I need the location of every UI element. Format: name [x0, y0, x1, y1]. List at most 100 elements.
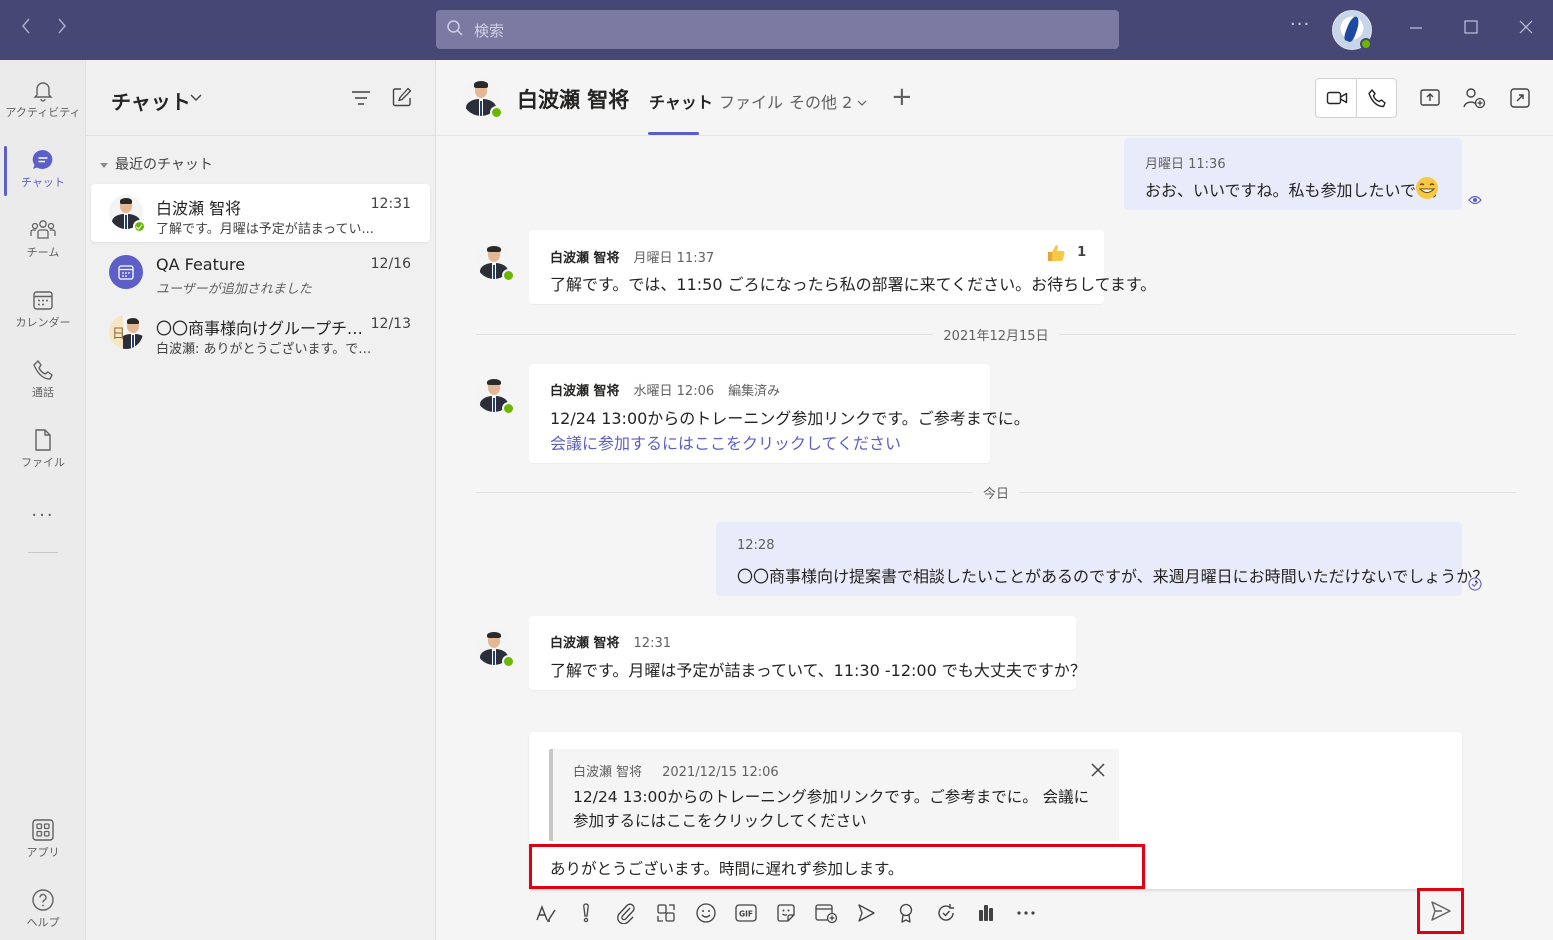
message-received[interactable]: 白波瀬 智将 12:31 了解です。月曜は予定が詰まっていて、11:30 -12:… — [529, 616, 1086, 690]
chat-list-item[interactable]: QA Feature 12/16 ユーザーが追加されました — [91, 244, 430, 302]
rail-item-calls[interactable]: 通話 — [0, 348, 86, 410]
chevron-down-icon — [857, 100, 867, 106]
message-input[interactable]: ありがとうございます。時間に遅れず参加します。 — [529, 844, 1145, 889]
phone-icon — [33, 360, 53, 380]
gif-button[interactable]: GIF — [729, 896, 763, 930]
add-people-icon[interactable] — [1462, 87, 1486, 109]
collapse-triangle-icon — [100, 162, 108, 168]
join-meeting-link[interactable]: 会議に参加するにはここをクリックしてください — [550, 430, 901, 454]
grinning-emoji-icon — [1416, 177, 1438, 199]
attach-button[interactable] — [609, 896, 643, 930]
rail-label: カレンダー — [15, 316, 71, 329]
tab-files[interactable]: ファイル — [719, 89, 783, 113]
send-icon — [1430, 901, 1451, 921]
loop-component-icon — [657, 904, 675, 922]
chat-time: 12/16 — [370, 256, 411, 272]
message-text: 了解です。では、11:50 ごろになったら私の部署に来てください。お待ちしてます… — [550, 275, 1157, 294]
rail-item-files[interactable]: ファイル — [0, 418, 86, 480]
quote-sender: 白波瀬 智将 — [573, 765, 643, 780]
call-buttons — [1315, 78, 1397, 118]
filter-icon[interactable] — [350, 88, 372, 108]
share-screen-icon[interactable] — [1419, 87, 1441, 109]
video-call-icon[interactable] — [1326, 88, 1348, 108]
chat-list-item[interactable]: 白波瀬 智将 12:31 了解です。月曜は予定が詰まってい... — [91, 184, 430, 242]
chat-preview: 了解です。月曜は予定が詰まってい... — [156, 222, 374, 237]
forward-arrow-icon[interactable] — [50, 16, 74, 41]
emoji-button[interactable] — [689, 896, 723, 930]
seen-eye-icon — [1468, 195, 1482, 205]
chat-title: 白波瀬 智将 — [517, 88, 630, 112]
message-sender: 白波瀬 智将 — [550, 384, 620, 399]
chat-preview: ユーザーが追加されました — [156, 282, 312, 297]
search-box[interactable]: 検索 — [436, 10, 1119, 49]
presence-available-icon — [502, 402, 515, 415]
help-icon — [32, 889, 54, 911]
more-icon — [1017, 911, 1035, 915]
chevron-down-icon[interactable] — [189, 90, 203, 104]
approvals-button[interactable] — [929, 896, 963, 930]
praise-button[interactable] — [889, 896, 923, 930]
tab-more-label: その他 2 — [789, 93, 853, 112]
loop-button[interactable] — [649, 896, 683, 930]
back-arrow-icon[interactable] — [14, 16, 38, 41]
chat-time: 12:31 — [370, 196, 411, 212]
stream-button[interactable] — [849, 896, 883, 930]
tab-chat[interactable]: チャット — [649, 89, 713, 113]
search-placeholder: 検索 — [474, 22, 505, 40]
send-button[interactable] — [1417, 888, 1464, 934]
viva-button[interactable] — [969, 896, 1003, 930]
rail-item-calendar[interactable]: カレンダー — [0, 278, 86, 340]
close-icon[interactable] — [1089, 761, 1107, 779]
reaction-like[interactable]: 1 — [1046, 242, 1086, 262]
rail-item-chat[interactable]: チャット — [0, 138, 86, 200]
message-sent[interactable]: 月曜日 11:36 おお、いいですね。私も参加したいです。 — [1124, 138, 1462, 210]
tab-more[interactable]: その他 2 — [789, 89, 867, 113]
message-text: 了解です。月曜は予定が詰まっていて、11:30 -12:00 でも大丈夫ですか？ — [550, 661, 1086, 680]
message-received[interactable]: 白波瀬 智将 水曜日 12:06 編集済み 12/24 13:00からのトレーニング… — [529, 364, 1030, 463]
presence-available-icon — [133, 220, 146, 233]
message-time: 月曜日 11:37 — [633, 251, 715, 266]
important-button[interactable] — [569, 896, 603, 930]
presence-available-icon — [502, 269, 515, 282]
more-options-button[interactable] — [1009, 896, 1043, 930]
more-options-icon[interactable]: ··· — [1290, 14, 1310, 35]
date-separator: 2021年12月15日 — [476, 324, 1516, 344]
message-text: 〇〇商事様向け提案書で相談したいことがあるのですが、来週月曜日にお時間いただけな… — [737, 567, 1489, 586]
format-button[interactable] — [529, 896, 563, 930]
message-sent[interactable]: 12:28 〇〇商事様向け提案書で相談したいことがあるのですが、来週月曜日にお時… — [716, 522, 1488, 596]
rail-item-activity[interactable]: アクティビティ — [0, 68, 86, 130]
praise-icon — [899, 903, 913, 923]
date-label: 2021年12月15日 — [933, 329, 1059, 344]
file-icon — [35, 429, 51, 451]
recent-chats-section[interactable]: 最近のチャット — [100, 154, 213, 174]
emoji-icon — [696, 903, 716, 923]
meeting-calendar-icon — [118, 265, 134, 280]
sticker-button[interactable] — [769, 896, 803, 930]
stream-icon — [858, 904, 875, 922]
add-tab-button[interactable]: + — [891, 82, 913, 112]
date-label: 今日 — [972, 487, 1019, 502]
date-separator: 今日 — [476, 482, 1516, 502]
rail-item-help[interactable]: ヘルプ — [0, 878, 86, 940]
gif-icon: GIF — [735, 904, 757, 922]
close-window-icon[interactable] — [1514, 16, 1538, 40]
minimize-icon[interactable] — [1404, 16, 1428, 40]
app-rail: アクティビティ チャット チーム カレンダー 通話 ファイル ··· アプリ ヘ… — [0, 60, 86, 940]
rail-item-teams[interactable]: チーム — [0, 208, 86, 270]
paperclip-icon — [617, 903, 635, 924]
rail-label: ヘルプ — [26, 916, 60, 929]
pop-out-icon[interactable] — [1509, 87, 1531, 109]
new-chat-icon[interactable] — [391, 86, 413, 108]
rail-item-apps[interactable]: アプリ — [0, 808, 86, 870]
rail-label: アプリ — [26, 846, 60, 859]
message-received[interactable]: 白波瀬 智将 月曜日 11:37 了解です。では、11:50 ごろになったら私の部… — [529, 230, 1156, 304]
rail-label: アクティビティ — [5, 106, 81, 119]
maximize-icon[interactable] — [1459, 16, 1483, 40]
chat-list-title[interactable]: チャット — [111, 86, 191, 115]
more-apps-icon[interactable]: ··· — [0, 505, 86, 526]
chat-list-item[interactable]: 日 〇〇商事様向けグループチャ... 12/13 白波瀬: ありがとうございます… — [91, 304, 430, 362]
audio-call-icon[interactable] — [1367, 88, 1387, 108]
message-time: 月曜日 11:36 — [1145, 157, 1226, 172]
active-indicator — [4, 146, 7, 196]
schedule-meeting-button[interactable] — [809, 896, 843, 930]
